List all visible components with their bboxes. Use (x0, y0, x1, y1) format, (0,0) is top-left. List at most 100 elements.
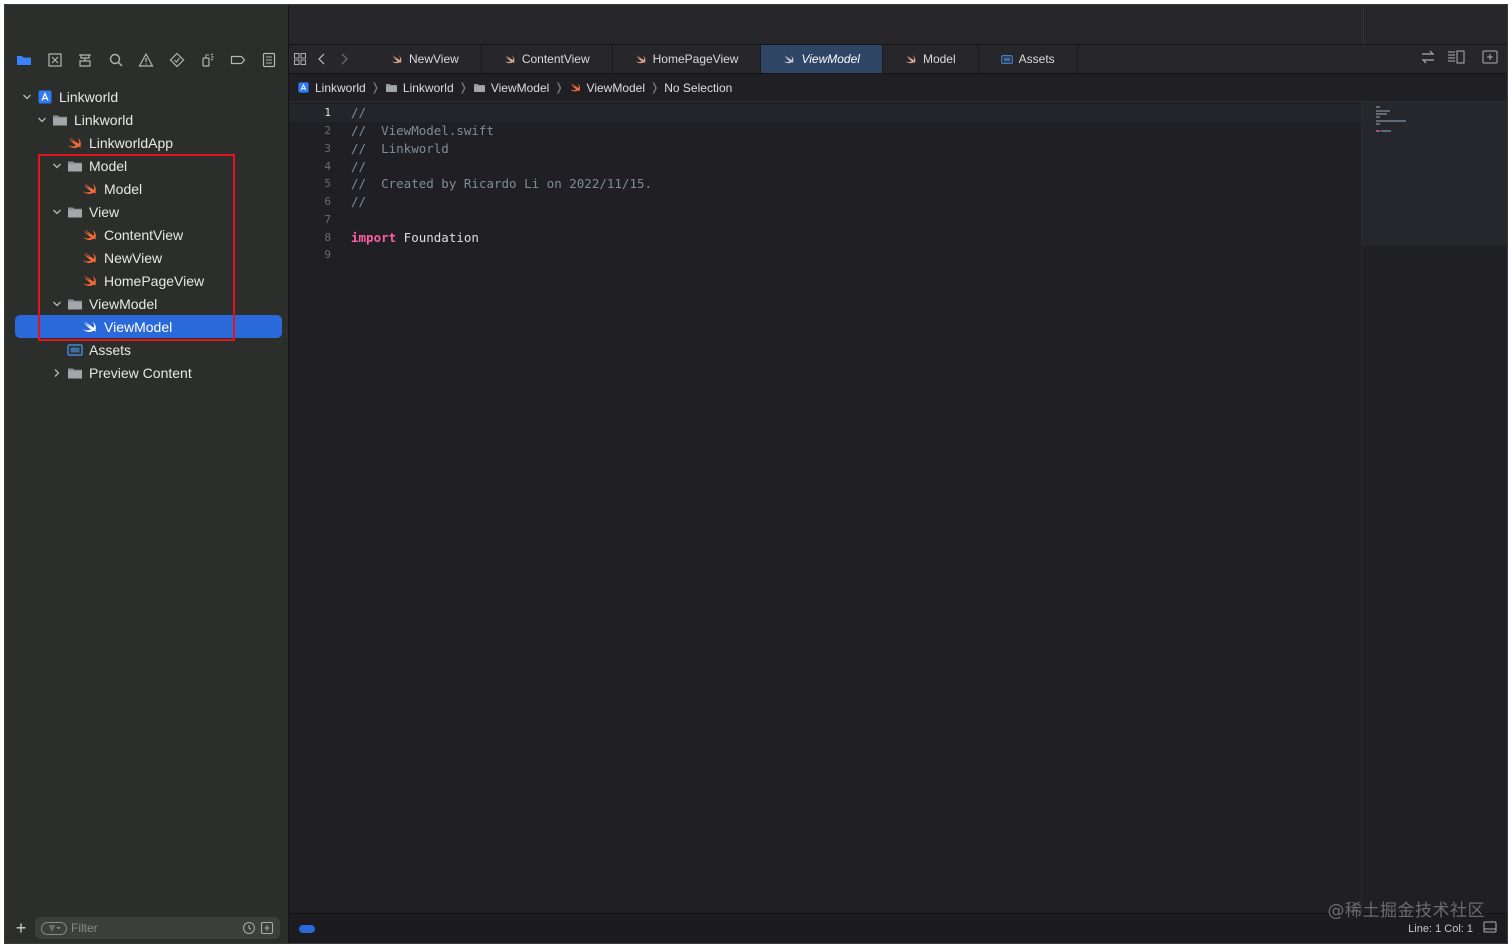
minimap-visible-region[interactable] (1362, 102, 1507, 246)
tab-list: NewView ContentView HomePageView ViewModel M… (369, 45, 1078, 73)
chevron-down-icon[interactable] (51, 206, 63, 218)
tree-item-model[interactable]: Model (5, 154, 288, 177)
tab-label: NewView (409, 52, 459, 66)
code-line: 2 // ViewModel.swift (289, 122, 1361, 140)
tree-item-linkworld[interactable]: Linkworld (5, 85, 288, 108)
tree-item-linkworld[interactable]: Linkworld (5, 108, 288, 131)
chevron-down-icon[interactable] (36, 114, 48, 126)
tab-viewmodel[interactable]: ViewModel (761, 45, 883, 73)
source-editor[interactable]: 1 // 2 // ViewModel.swift 3 // Linkworld 4 // 5 /… (289, 104, 1361, 913)
tree-item-label: LinkworldApp (89, 134, 174, 151)
breadcrumb-item[interactable]: Linkworld (297, 81, 366, 95)
code-token: // (351, 105, 367, 121)
breakpoint-icon[interactable] (228, 50, 248, 70)
tree-item-viewmodel[interactable]: ViewModel (5, 315, 288, 338)
warning-icon[interactable] (136, 50, 156, 70)
tree-item-view[interactable]: View (5, 200, 288, 223)
navigator-filter-bar: + (5, 913, 288, 943)
chevron-down-icon[interactable] (21, 91, 33, 103)
breadcrumb-item[interactable]: ViewModel (473, 81, 549, 95)
code-text: import Foundation (351, 230, 479, 245)
code-token: // Linkworld (351, 140, 449, 156)
breadcrumb-item[interactable]: No Selection (664, 81, 732, 95)
tree-item-homepageview[interactable]: HomePageView (5, 269, 288, 292)
code-line: 8 import Foundation (289, 228, 1361, 246)
editor-area: NewView ContentView HomePageView ViewModel M… (289, 5, 1507, 943)
swift-file-icon (905, 54, 917, 65)
line-number: 6 (324, 195, 331, 209)
recent-files-icon[interactable] (242, 921, 256, 935)
breadcrumb-label: Linkworld (315, 80, 366, 95)
tree-item-label: NewView (104, 249, 163, 266)
code-token: // ViewModel.swift (351, 123, 494, 139)
line-number: 7 (324, 212, 331, 226)
tree-item-label: Linkworld (59, 88, 119, 105)
assets-icon (1000, 54, 1013, 65)
code-line: 5 // Created by Ricardo Li on 2022/11/15. (289, 175, 1361, 193)
source-control-icon[interactable] (45, 50, 65, 70)
project-navigator: Linkworld Linkworld LinkworldApp Model Model… (5, 5, 289, 943)
breadcrumb-item[interactable]: Linkworld (385, 81, 454, 95)
code-text: // (351, 159, 366, 174)
test-diamond-icon[interactable] (167, 50, 187, 70)
add-icon[interactable]: + (13, 919, 29, 937)
tree-item-model[interactable]: Model (5, 177, 288, 200)
tab-contentview[interactable]: ContentView (482, 45, 613, 73)
add-editor-icon[interactable] (1481, 49, 1499, 70)
tab-assets[interactable]: Assets (979, 45, 1078, 73)
tree-item-viewmodel[interactable]: ViewModel (5, 292, 288, 315)
chevron-down-icon[interactable] (51, 298, 63, 310)
forward-chevron-icon[interactable] (333, 45, 355, 73)
folder-icon (67, 366, 83, 380)
breadcrumb: Linkworld ❭ Linkworld ❭ ViewModel ❭ ViewModel ❭… (289, 74, 1507, 102)
code-line: 7 (289, 211, 1361, 229)
breadcrumb-item[interactable]: ViewModel (569, 81, 645, 95)
navigator-selector-bar (5, 45, 288, 75)
chevron-right-icon[interactable] (51, 367, 63, 379)
minimap[interactable] (1361, 102, 1507, 913)
tab-homepageview[interactable]: HomePageView (613, 45, 762, 73)
status-right: Line: 1 Col: 1 (1408, 921, 1497, 936)
tab-label: HomePageView (652, 52, 739, 66)
tree-item-contentview[interactable]: ContentView (5, 223, 288, 246)
symbol-navigator-icon[interactable] (75, 50, 95, 70)
tree-item-preview-content[interactable]: Preview Content (5, 361, 288, 384)
editor-options-icon[interactable] (1447, 49, 1465, 70)
filter-options-icon[interactable] (41, 921, 67, 935)
source-control-filter-icon[interactable] (260, 921, 274, 935)
inspector-toggle-icon[interactable] (1483, 921, 1497, 936)
line-number: 8 (324, 230, 331, 244)
code-token: import (351, 229, 397, 245)
tab-newview[interactable]: NewView (369, 45, 482, 73)
tree-item-newview[interactable]: NewView (5, 246, 288, 269)
debug-area-toggle[interactable] (299, 924, 315, 933)
folder-icon[interactable] (14, 50, 34, 70)
toolbar-divider (1363, 5, 1364, 45)
code-line: 4 // (289, 157, 1361, 175)
back-chevron-icon[interactable] (311, 45, 333, 73)
chevron-down-icon[interactable] (51, 160, 63, 172)
cursor-position: Line: 1 Col: 1 (1408, 922, 1473, 935)
filter-input[interactable] (71, 921, 238, 935)
debug-spray-icon[interactable] (198, 50, 218, 70)
swap-arrows-icon[interactable] (1419, 49, 1437, 70)
tree-item-assets[interactable]: Assets (5, 338, 288, 361)
xcode-window: Linkworld Linkworld LinkworldApp Model Model… (4, 4, 1508, 944)
window-toolbar (289, 5, 1507, 45)
report-icon[interactable] (259, 50, 279, 70)
search-icon[interactable] (106, 50, 126, 70)
grid-icon[interactable] (289, 45, 311, 73)
swift-file-icon (82, 228, 98, 242)
tree-item-linkworldapp[interactable]: LinkworldApp (5, 131, 288, 154)
line-number: 4 (324, 159, 331, 173)
swift-file-icon (391, 54, 403, 65)
filter-field[interactable] (35, 917, 280, 939)
file-tree: Linkworld Linkworld LinkworldApp Model Model… (5, 85, 288, 384)
tab-model[interactable]: Model (883, 45, 979, 73)
code-text: // Created by Ricardo Li on 2022/11/15. (351, 176, 652, 191)
